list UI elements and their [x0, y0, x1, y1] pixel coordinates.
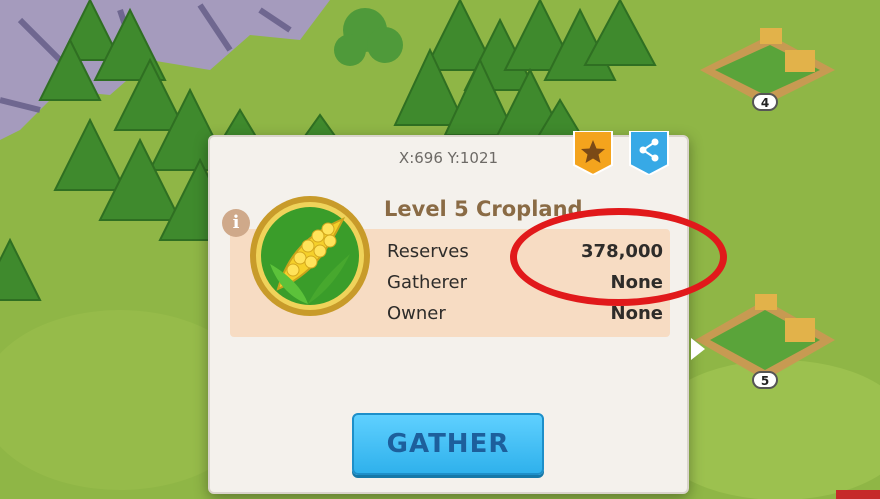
star-icon — [573, 130, 613, 177]
gather-button[interactable]: GATHER — [352, 413, 544, 475]
owner-label: Owner — [387, 303, 446, 324]
share-icon — [629, 130, 669, 177]
tile-coordinates: X:696 Y:1021 — [398, 149, 499, 167]
tile-info-popup: X:696 Y:1021 i Level 5 Cropland Reserves… — [208, 130, 689, 494]
favorite-button[interactable] — [572, 130, 614, 177]
gatherer-label: Gatherer — [387, 272, 467, 293]
share-button[interactable] — [628, 130, 670, 177]
corn-icon — [248, 194, 372, 318]
info-icon[interactable]: i — [222, 209, 250, 237]
reserves-label: Reserves — [387, 241, 469, 262]
plot-level-badge: 5 — [752, 371, 778, 389]
owner-row: Owner None — [387, 303, 663, 331]
owner-value: None — [610, 303, 663, 324]
plot-level-badge: 4 — [752, 93, 778, 111]
highlight-circle — [510, 208, 727, 306]
popup-pointer-arrow — [691, 338, 705, 360]
